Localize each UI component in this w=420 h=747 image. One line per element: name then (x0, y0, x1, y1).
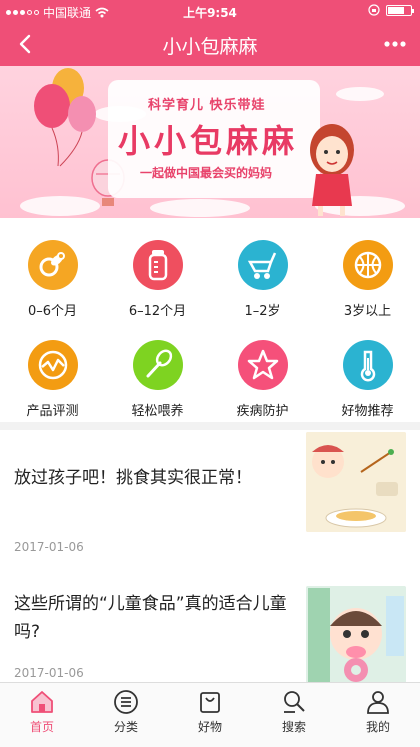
banner-slogan: 科学育儿 快乐带娃 (148, 98, 266, 113)
battery-icon (386, 4, 414, 16)
star-icon (237, 340, 288, 390)
category-0-6-months[interactable]: 0–6个月 (0, 240, 105, 319)
list-icon (114, 690, 138, 714)
banner-subtitle: 一起做中国最会买的妈妈 (140, 166, 273, 180)
article-item[interactable]: 放过孩子吧！挑食其实很正常！ 2017-01-06 (0, 430, 420, 560)
baby-bottle-icon (132, 240, 183, 290)
bag-icon (200, 692, 220, 713)
article-date: 2017-01-06 (14, 666, 84, 680)
category-label: 轻松喂养 (131, 404, 184, 419)
category-1-2-years[interactable]: 1–2岁 (210, 240, 315, 319)
lock-rotation-icon (368, 4, 380, 16)
tab-category[interactable]: 分类 (84, 683, 168, 747)
status-time: 上午9:54 (183, 6, 237, 20)
tab-home[interactable]: 首页 (0, 683, 84, 747)
tab-goods[interactable]: 好物 (168, 683, 252, 747)
banner[interactable]: 科学育儿 快乐带娃 小小包麻麻 一起做中国最会买的妈妈 (0, 66, 420, 218)
article-list: 放过孩子吧！挑食其实很正常！ 2017-01-06 这些所谓的“儿童食品”真的适… (0, 430, 420, 682)
article-thumbnail (306, 432, 406, 532)
article-item[interactable]: 这些所谓的“儿童食品”真的适合儿童吗? 2017-01-06 (0, 558, 420, 682)
stroller-icon (237, 240, 288, 290)
status-bar: 中国联通 上午9:54 (0, 0, 420, 22)
category-grid: 0–6个月 6–12个月 1–2岁 3岁以上 产品评测 轻松喂养 疾病防护 好物… (0, 218, 420, 422)
status-right (368, 4, 414, 16)
search-icon (284, 691, 305, 713)
category-recommended[interactable]: 好物推荐 (315, 340, 420, 419)
user-icon (367, 691, 389, 714)
chart-icon (27, 340, 78, 390)
tab-profile[interactable]: 我的 (336, 683, 420, 747)
tab-search[interactable]: 搜索 (252, 683, 336, 747)
category-label: 1–2岁 (244, 304, 281, 319)
article-title: 放过孩子吧！挑食其实很正常！ (14, 468, 252, 488)
nav-bar: 小小包麻麻 (0, 22, 420, 66)
tab-label: 好物 (197, 720, 222, 734)
page-title: 小小包麻麻 (162, 36, 258, 58)
balloons-art (34, 68, 96, 167)
article-date: 2017-01-06 (14, 540, 84, 554)
thermometer-icon (342, 340, 393, 390)
article-title: 这些所谓的“儿童食品”真的适合儿童吗? (14, 594, 287, 642)
pacifier-icon (27, 240, 78, 290)
category-6-12-months[interactable]: 6–12个月 (105, 240, 210, 319)
ball-icon (342, 240, 393, 290)
category-label: 疾病防护 (236, 404, 289, 419)
tab-label: 搜索 (281, 720, 306, 734)
tab-label: 我的 (365, 720, 390, 734)
category-disease-prevention[interactable]: 疾病防护 (210, 340, 315, 419)
category-product-review[interactable]: 产品评测 (0, 340, 105, 419)
category-easy-feeding[interactable]: 轻松喂养 (105, 340, 210, 419)
tab-bar: 首页 分类 好物 搜索 我的 (0, 682, 420, 747)
more-icon[interactable] (380, 32, 410, 56)
category-label: 0–6个月 (27, 304, 78, 319)
article-thumbnail (306, 586, 406, 682)
spoon-icon (132, 340, 183, 390)
banner-title: 小小包麻麻 (118, 122, 299, 160)
tab-label: 首页 (29, 720, 54, 734)
category-label: 6–12个月 (128, 304, 187, 319)
category-label: 好物推荐 (341, 404, 394, 419)
category-3-plus-years[interactable]: 3岁以上 (315, 240, 420, 319)
home-icon (31, 691, 53, 713)
category-label: 产品评测 (26, 404, 79, 419)
tab-label: 分类 (113, 720, 138, 734)
category-label: 3岁以上 (343, 304, 392, 319)
